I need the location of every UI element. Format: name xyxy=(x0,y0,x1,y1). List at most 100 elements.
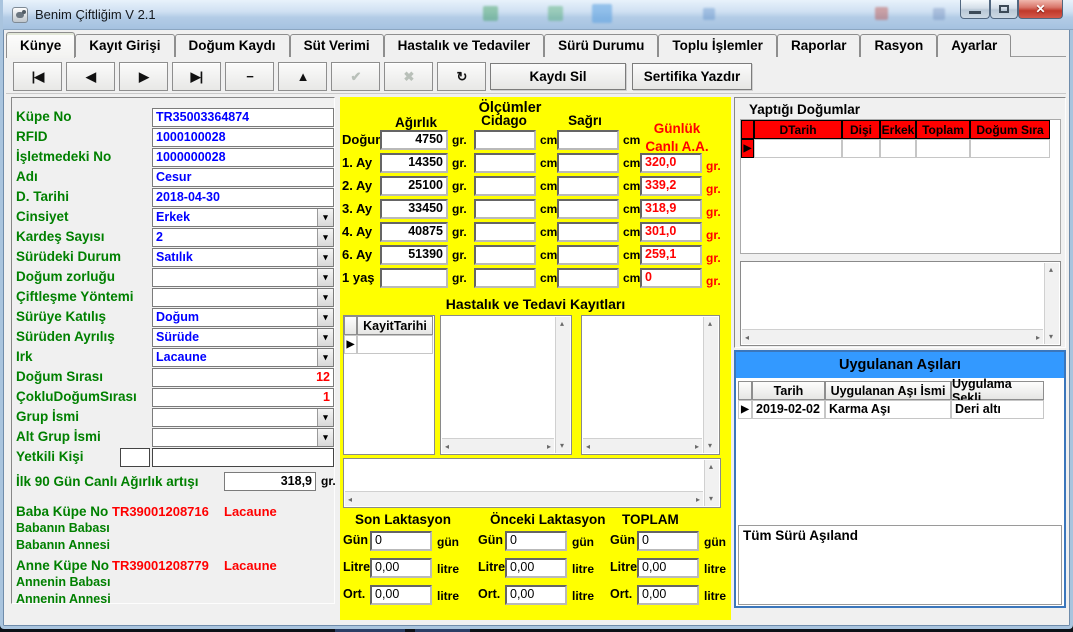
form-select-9[interactable]: ▾ xyxy=(152,288,334,307)
sagri-field[interactable] xyxy=(557,176,619,196)
dropdown-icon[interactable]: ▾ xyxy=(317,409,333,426)
disease-date-grid[interactable]: KayitTarihi ▶ xyxy=(343,315,435,455)
cidago-field[interactable] xyxy=(474,199,536,219)
tab-do-um-kayd-[interactable]: Doğum Kaydı xyxy=(175,34,290,57)
vertical-scrollbar[interactable]: ▴▾ xyxy=(555,317,570,453)
cidago-field[interactable] xyxy=(474,222,536,242)
horizontal-scrollbar[interactable]: ◂▸ xyxy=(345,491,703,506)
lactation-field[interactable]: 0 xyxy=(637,531,699,551)
form-field-4[interactable]: 2018-04-30 xyxy=(152,188,334,207)
lactation-field[interactable]: 0,00 xyxy=(637,585,699,605)
weight-field[interactable]: 25100 xyxy=(380,176,448,196)
births-cell[interactable] xyxy=(880,139,916,158)
tab-toplu-i-lemler[interactable]: Toplu İşlemler xyxy=(658,34,777,57)
nav-next-button[interactable]: ▶ xyxy=(119,62,168,91)
cidago-field[interactable] xyxy=(474,176,536,196)
form-select-6[interactable]: 2▾ xyxy=(152,228,334,247)
tab-raporlar[interactable]: Raporlar xyxy=(777,34,861,57)
vacc-header-2[interactable]: Uygulama Şekli xyxy=(951,381,1044,400)
vertical-scrollbar[interactable]: ▴▾ xyxy=(703,317,718,453)
scroll-right-icon[interactable]: ▸ xyxy=(696,496,700,504)
scroll-up-icon[interactable]: ▴ xyxy=(708,320,712,328)
nav-edit-button[interactable]: ▲ xyxy=(278,62,327,91)
scroll-left-icon[interactable]: ◂ xyxy=(745,334,749,342)
weight-field[interactable]: 33450 xyxy=(380,199,448,219)
form-field-1[interactable]: 1000100028 xyxy=(152,128,334,147)
vacc-header-1[interactable]: Uygulanan Aşı İsmi xyxy=(825,381,951,400)
form-field-2[interactable]: 1000000028 xyxy=(152,148,334,167)
scroll-right-icon[interactable]: ▸ xyxy=(1036,334,1040,342)
form-select-8[interactable]: ▾ xyxy=(152,268,334,287)
dropdown-icon[interactable]: ▾ xyxy=(317,229,333,246)
title-bar[interactable]: Benim Çiftliğim V 2.1 ✕ xyxy=(3,0,1073,30)
sagri-field[interactable] xyxy=(557,153,619,173)
form-select-10[interactable]: Doğum▾ xyxy=(152,308,334,327)
dropdown-icon[interactable]: ▾ xyxy=(317,429,333,446)
dropdown-icon[interactable]: ▾ xyxy=(317,269,333,286)
disease-list-1[interactable]: ▴▾◂▸ xyxy=(440,315,572,455)
lactation-field[interactable]: 0 xyxy=(370,531,432,551)
weight-gain-field[interactable]: 318,9 xyxy=(224,472,316,491)
vacc-cell[interactable]: Karma Aşı xyxy=(825,400,951,419)
minimize-button[interactable] xyxy=(960,0,990,19)
weight-field[interactable] xyxy=(380,268,448,288)
births-header-4[interactable]: Doğum Sıra xyxy=(970,120,1050,139)
births-header-0[interactable]: DTarih xyxy=(754,120,842,139)
births-cell[interactable] xyxy=(842,139,880,158)
dropdown-icon[interactable]: ▾ xyxy=(317,329,333,346)
nav-refresh-button[interactable]: ↻ xyxy=(437,62,486,91)
maximize-button[interactable] xyxy=(990,0,1018,19)
sagri-field[interactable] xyxy=(557,268,619,288)
nav-last-button[interactable]: ▶| xyxy=(172,62,221,91)
vertical-scrollbar[interactable]: ▴▾ xyxy=(1044,263,1059,344)
form-field-13[interactable]: 12 xyxy=(152,368,334,387)
disease-note-box[interactable]: ▴▾◂▸ xyxy=(343,458,721,508)
form-field-0[interactable]: TR35003364874 xyxy=(152,108,334,127)
close-button[interactable]: ✕ xyxy=(1018,0,1063,19)
births-header-2[interactable]: Erkek xyxy=(880,120,916,139)
print-certificate-button[interactable]: Sertifika Yazdır xyxy=(632,63,752,90)
scroll-right-icon[interactable]: ▸ xyxy=(547,443,551,451)
scroll-down-icon[interactable]: ▾ xyxy=(560,442,564,450)
delete-record-button[interactable]: Kaydı Sil xyxy=(490,63,626,90)
cidago-field[interactable] xyxy=(474,268,536,288)
dropdown-icon[interactable]: ▾ xyxy=(317,249,333,266)
vacc-cell[interactable]: 2019-02-02 xyxy=(752,400,825,419)
daily-gain-field[interactable]: 259,1 xyxy=(640,245,702,265)
horizontal-scrollbar[interactable]: ◂▸ xyxy=(742,329,1043,344)
daily-gain-field[interactable]: 0 xyxy=(640,268,702,288)
tab-rasyon[interactable]: Rasyon xyxy=(860,34,937,57)
disease-grid-cell[interactable] xyxy=(357,335,433,354)
tab-s-t-verimi[interactable]: Süt Verimi xyxy=(290,34,384,57)
weight-field[interactable]: 51390 xyxy=(380,245,448,265)
dropdown-icon[interactable]: ▾ xyxy=(317,289,333,306)
sagri-field[interactable] xyxy=(557,245,619,265)
horizontal-scrollbar[interactable]: ◂▸ xyxy=(442,438,554,453)
births-grid[interactable]: DTarihDişiErkekToplamDoğum Sıra▶ xyxy=(740,119,1061,254)
nav-delete-button[interactable]: − xyxy=(225,62,274,91)
lactation-field[interactable]: 0,00 xyxy=(370,585,432,605)
births-cell[interactable] xyxy=(970,139,1050,158)
scroll-right-icon[interactable]: ▸ xyxy=(695,443,699,451)
tab-kay-t-giri-i[interactable]: Kayıt Girişi xyxy=(75,34,174,57)
scroll-left-icon[interactable]: ◂ xyxy=(445,443,449,451)
scroll-left-icon[interactable]: ◂ xyxy=(348,496,352,504)
sagri-field[interactable] xyxy=(557,199,619,219)
daily-gain-field[interactable]: 339,2 xyxy=(640,176,702,196)
births-cell[interactable] xyxy=(916,139,970,158)
form-select-7[interactable]: Satılık▾ xyxy=(152,248,334,267)
sagri-field[interactable] xyxy=(557,222,619,242)
tab-k-nye[interactable]: Künye xyxy=(6,32,75,58)
dropdown-icon[interactable]: ▾ xyxy=(317,349,333,366)
form-select-16[interactable]: ▾ xyxy=(152,428,334,447)
scroll-left-icon[interactable]: ◂ xyxy=(586,443,590,451)
dropdown-icon[interactable]: ▾ xyxy=(317,309,333,326)
cidago-field[interactable] xyxy=(474,245,536,265)
lactation-field[interactable]: 0 xyxy=(505,531,567,551)
form-field-14[interactable]: 1 xyxy=(152,388,334,407)
form-select-15[interactable]: ▾ xyxy=(152,408,334,427)
tab-ayarlar[interactable]: Ayarlar xyxy=(937,34,1011,57)
weight-field[interactable]: 40875 xyxy=(380,222,448,242)
vacc-header-0[interactable]: Tarih xyxy=(752,381,825,400)
form-field-3[interactable]: Cesur xyxy=(152,168,334,187)
